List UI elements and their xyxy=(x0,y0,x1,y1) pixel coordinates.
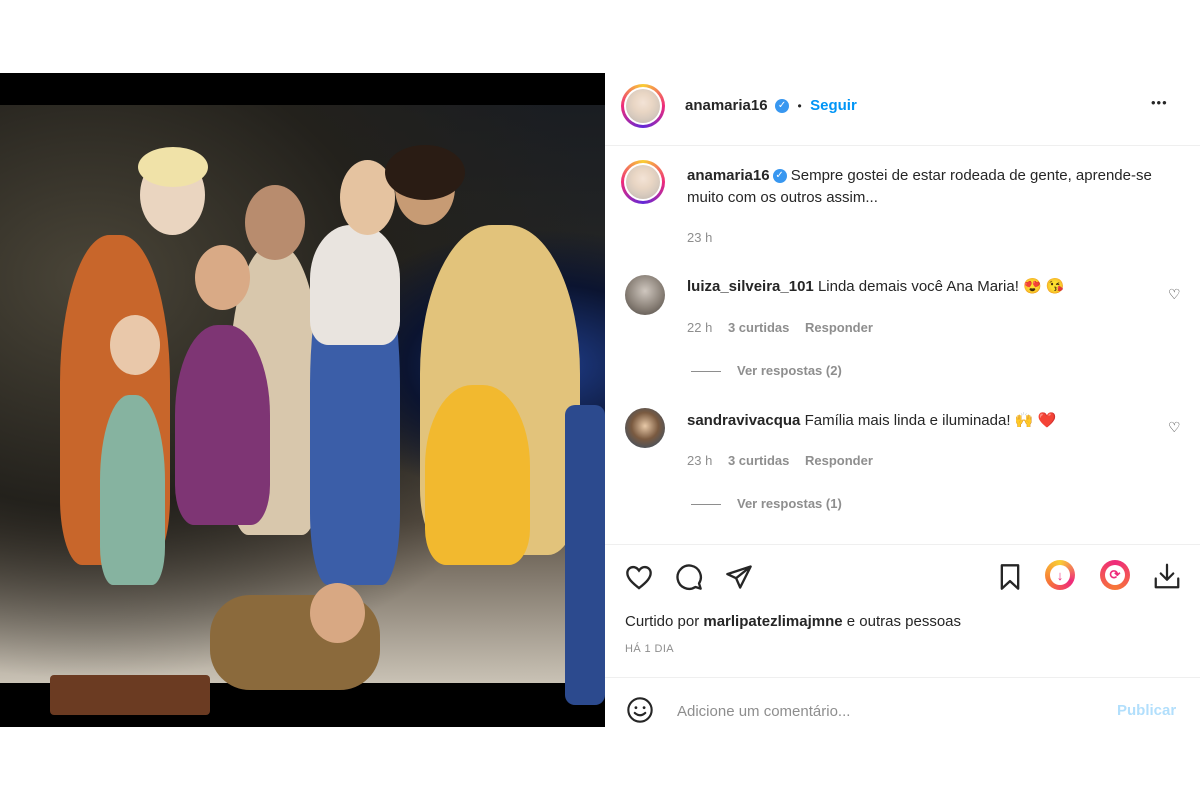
likes-summary: Curtido por marlipatezlimajmne e outras … xyxy=(625,613,961,630)
more-options-icon[interactable]: ••• xyxy=(1151,95,1168,110)
divider-line xyxy=(691,504,721,506)
save-download-icon[interactable] xyxy=(1150,559,1184,593)
view-replies-button[interactable]: Ver respostas (2) xyxy=(691,363,842,378)
post-details-panel: anamaria16 ✓ • Seguir ••• anamaria16 ✓ Se… xyxy=(605,73,1200,727)
heart-icon[interactable] xyxy=(623,561,655,593)
comment-username[interactable]: sandravivacqua xyxy=(687,412,800,429)
liker-username[interactable]: marlipatezlimajmne xyxy=(703,613,842,630)
comment-likes[interactable]: 3 curtidas xyxy=(728,453,789,468)
actions-divider xyxy=(605,544,1200,545)
separator-dot: • xyxy=(797,99,802,113)
comment-text: Linda demais você Ana Maria! 😍 😘 xyxy=(817,278,1065,295)
comment-username[interactable]: luiza_silveira_101 xyxy=(687,278,814,295)
comment-item: sandravivacqua Família mais linda e ilum… xyxy=(687,410,1157,432)
comment-text: Família mais linda e iluminada! 🙌 ❤️ xyxy=(804,412,1057,429)
share-icon[interactable] xyxy=(723,561,755,593)
comment-time[interactable]: 23 h xyxy=(687,453,712,468)
view-replies-label: Ver respostas (2) xyxy=(737,363,842,378)
post-photo[interactable] xyxy=(0,73,605,727)
comment-like-heart-icon[interactable]: ♡ xyxy=(1168,286,1181,303)
commenter-avatar[interactable] xyxy=(625,275,665,315)
emoji-icon[interactable] xyxy=(625,695,655,725)
group-photo-image xyxy=(0,105,605,715)
caption-avatar[interactable] xyxy=(621,160,665,204)
comment-icon[interactable] xyxy=(673,561,705,593)
comment-likes[interactable]: 3 curtidas xyxy=(728,320,789,335)
divider-line xyxy=(691,371,721,373)
author-avatar[interactable] xyxy=(621,84,665,128)
download-icon[interactable]: ↓ xyxy=(1045,560,1075,590)
likes-prefix: Curtido por xyxy=(625,613,704,630)
commenter-avatar[interactable] xyxy=(625,408,665,448)
reply-button[interactable]: Responder xyxy=(805,320,873,335)
caption-username[interactable]: anamaria16 xyxy=(687,167,770,184)
comment-item: luiza_silveira_101 Linda demais você Ana… xyxy=(687,276,1157,298)
likes-suffix: e outras pessoas xyxy=(842,613,961,630)
publish-button[interactable]: Publicar xyxy=(1117,702,1176,719)
follow-button[interactable]: Seguir xyxy=(810,97,857,114)
reply-button[interactable]: Responder xyxy=(805,453,873,468)
verified-badge-icon: ✓ xyxy=(775,98,790,113)
caption-time[interactable]: 23 h xyxy=(687,230,712,245)
view-replies-button[interactable]: Ver respostas (1) xyxy=(691,496,842,511)
author-username[interactable]: anamaria16 xyxy=(685,97,768,114)
comment-like-heart-icon[interactable]: ♡ xyxy=(1168,419,1181,436)
comment-box-divider xyxy=(605,677,1200,678)
post-header: anamaria16 ✓ • Seguir ••• xyxy=(605,73,1200,146)
post-date[interactable]: HÁ 1 DIA xyxy=(625,643,674,655)
comment-time[interactable]: 22 h xyxy=(687,320,712,335)
bookmark-icon[interactable] xyxy=(994,561,1026,593)
verified-badge-icon: ✓ xyxy=(772,169,787,184)
view-replies-label: Ver respostas (1) xyxy=(737,496,842,511)
comment-input[interactable] xyxy=(675,695,1099,727)
sync-icon[interactable]: ⟳ xyxy=(1100,560,1130,590)
caption: anamaria16 ✓ Sempre gostei de estar rodea… xyxy=(687,165,1167,209)
